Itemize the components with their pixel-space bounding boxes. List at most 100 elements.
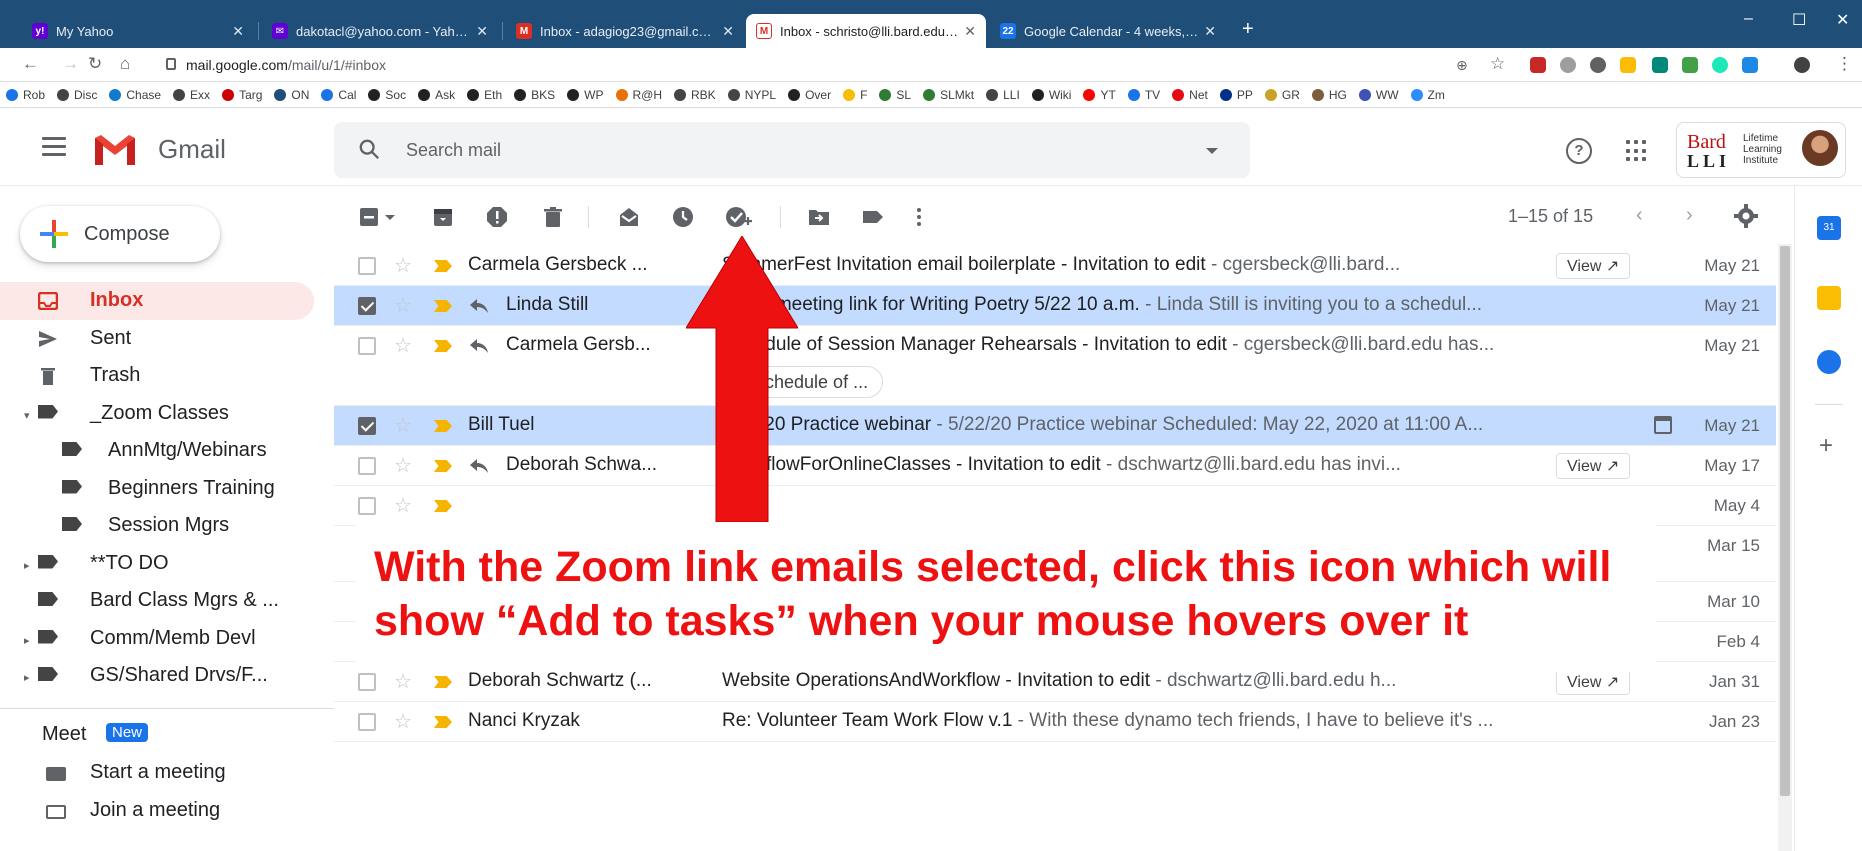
expand-icon[interactable]: ▸ (24, 671, 30, 684)
move-to-icon[interactable] (808, 206, 830, 228)
browser-tab[interactable]: M Inbox - adagiog23@gmail.com - ✕ (506, 14, 744, 48)
close-icon[interactable]: ✕ (964, 23, 976, 40)
calendar-icon[interactable]: 31 (1817, 216, 1841, 240)
sidebar-item-sent[interactable]: Sent (0, 320, 314, 358)
row-checkbox[interactable] (358, 257, 376, 275)
bookmark-item[interactable]: PP (1219, 88, 1253, 102)
browser-tab-active[interactable]: M Inbox - schristo@lli.bard.edu - Ba ✕ (746, 14, 986, 48)
sidebar-item-gs-shared-drvs-f[interactable]: ▸ GS/Shared Drvs/F... (0, 657, 314, 695)
bookmark-item[interactable]: Net (1172, 88, 1208, 102)
sidebar-item-zoom-classes[interactable]: ▾ _Zoom Classes (0, 395, 314, 433)
close-icon[interactable]: ✕ (476, 23, 488, 40)
extension-icon[interactable] (1742, 57, 1758, 73)
sidebar-item-bard-class-mgrs[interactable]: Bard Class Mgrs & ... (0, 582, 314, 620)
bookmark-item[interactable]: LLI (986, 88, 1020, 102)
search-bar[interactable] (334, 122, 1250, 178)
archive-icon[interactable] (432, 206, 454, 228)
search-icon[interactable] (358, 138, 380, 160)
bookmark-item[interactable]: Rob (6, 88, 45, 102)
maximize-icon[interactable]: ☐ (1792, 10, 1806, 30)
expand-icon[interactable]: ▸ (24, 634, 30, 647)
close-icon[interactable]: ✕ (1204, 23, 1216, 40)
browser-tab[interactable]: y! My Yahoo ✕ (22, 14, 254, 48)
newer-page-icon[interactable]: ‹ (1636, 204, 1643, 227)
sidebar-item-inbox[interactable]: Inbox (0, 282, 314, 320)
message-row[interactable]: ☆ Deborah Schwa... WorkflowForOnlineClasse… (334, 446, 1776, 486)
row-checkbox[interactable] (358, 673, 376, 691)
expand-icon[interactable]: ▾ (24, 409, 30, 422)
scrollbar-thumb[interactable] (1780, 246, 1790, 796)
view-attachment-chip[interactable]: View ↗ (1556, 453, 1631, 479)
minimize-icon[interactable]: – (1744, 10, 1753, 28)
compose-button[interactable]: Compose (20, 206, 220, 262)
importance-marker-icon[interactable] (434, 676, 452, 688)
star-icon[interactable]: ☆ (394, 413, 412, 438)
more-options-icon[interactable] (914, 206, 924, 228)
sidebar-item-session-mgrs[interactable]: Session Mgrs (0, 507, 314, 545)
bookmark-item[interactable]: Over (788, 88, 831, 102)
bookmark-item[interactable]: R@H (615, 88, 662, 102)
extension-icon[interactable] (1530, 57, 1546, 73)
snooze-icon[interactable] (672, 206, 694, 228)
message-row[interactable]: ☆ Carmela Gersbeck ... SummerFest Invitati… (334, 246, 1776, 286)
new-tab-button[interactable]: + (1242, 18, 1254, 41)
bookmark-item[interactable]: Zm (1410, 88, 1445, 102)
row-checkbox[interactable] (358, 497, 376, 515)
bookmark-item[interactable]: Eth (467, 88, 502, 102)
extension-icon[interactable] (1682, 57, 1698, 73)
join-meeting-item[interactable]: Join a meeting (0, 795, 334, 829)
bookmark-item[interactable]: F (843, 88, 867, 102)
bookmark-item[interactable]: RBK (674, 88, 716, 102)
bookmark-item[interactable]: BKS (514, 88, 555, 102)
select-dropdown-icon[interactable] (384, 206, 396, 228)
importance-marker-icon[interactable] (434, 420, 452, 432)
star-icon[interactable]: ☆ (394, 669, 412, 694)
star-icon[interactable]: ☆ (394, 333, 412, 358)
start-meeting-item[interactable]: Start a meeting (0, 757, 334, 791)
view-attachment-chip[interactable]: View ↗ (1556, 253, 1631, 279)
select-checkbox-icon[interactable] (358, 206, 380, 228)
search-input[interactable] (406, 136, 1106, 164)
view-attachment-chip[interactable]: View ↗ (1556, 669, 1631, 695)
gmail-logo-icon[interactable] (92, 132, 138, 168)
account-avatar[interactable] (1800, 128, 1840, 168)
url-field[interactable]: mail.google.com/mail/u/1/#inbox (186, 57, 386, 73)
extension-icon[interactable] (1590, 57, 1606, 73)
bookmark-item[interactable]: WP (567, 88, 604, 102)
row-checkbox[interactable] (358, 337, 376, 355)
forward-icon[interactable]: → (62, 54, 79, 74)
importance-marker-icon[interactable] (434, 500, 452, 512)
mark-as-read-icon[interactable] (618, 206, 640, 228)
bookmark-item[interactable]: SLMkt (923, 88, 974, 102)
bookmark-item[interactable]: HG (1311, 88, 1347, 102)
bookmark-item[interactable]: SL (879, 88, 911, 102)
row-checkbox[interactable] (358, 417, 376, 435)
importance-marker-icon[interactable] (434, 300, 452, 312)
extension-icon[interactable] (1620, 57, 1636, 73)
importance-marker-icon[interactable] (434, 260, 452, 272)
row-checkbox[interactable] (358, 297, 376, 315)
search-options-icon[interactable] (1206, 148, 1218, 154)
extension-icon[interactable] (1712, 57, 1728, 73)
importance-marker-icon[interactable] (434, 460, 452, 472)
reload-icon[interactable]: ↻ (88, 54, 102, 74)
settings-gear-icon[interactable] (1734, 204, 1758, 228)
message-row[interactable]: ☆ Linda Still Zoom meeting link for Writin… (334, 286, 1776, 326)
bookmark-item[interactable]: NYPL (727, 88, 776, 102)
browser-tab[interactable]: ✉ dakotacl@yahoo.com - Yahoo M ✕ (262, 14, 498, 48)
get-addons-icon[interactable]: + (1819, 432, 1833, 460)
bookmark-item[interactable]: Targ (222, 88, 262, 102)
bookmark-item[interactable]: Exx (173, 88, 210, 102)
back-icon[interactable]: ← (22, 54, 39, 74)
more-vert-icon[interactable]: ⋮ (1836, 54, 1853, 74)
older-page-icon[interactable]: › (1686, 204, 1693, 227)
star-icon[interactable]: ☆ (394, 453, 412, 478)
keep-icon[interactable] (1817, 286, 1841, 310)
sidebar-item-comm-memb-devl[interactable]: ▸ Comm/Memb Devl (0, 620, 314, 658)
bookmark-item[interactable]: YT (1083, 88, 1116, 102)
extension-icon[interactable] (1560, 57, 1576, 73)
window-close-icon[interactable]: ✕ (1836, 10, 1849, 30)
extension-icon[interactable] (1652, 57, 1668, 73)
close-icon[interactable]: ✕ (232, 23, 244, 40)
tasks-icon[interactable] (1817, 350, 1841, 374)
